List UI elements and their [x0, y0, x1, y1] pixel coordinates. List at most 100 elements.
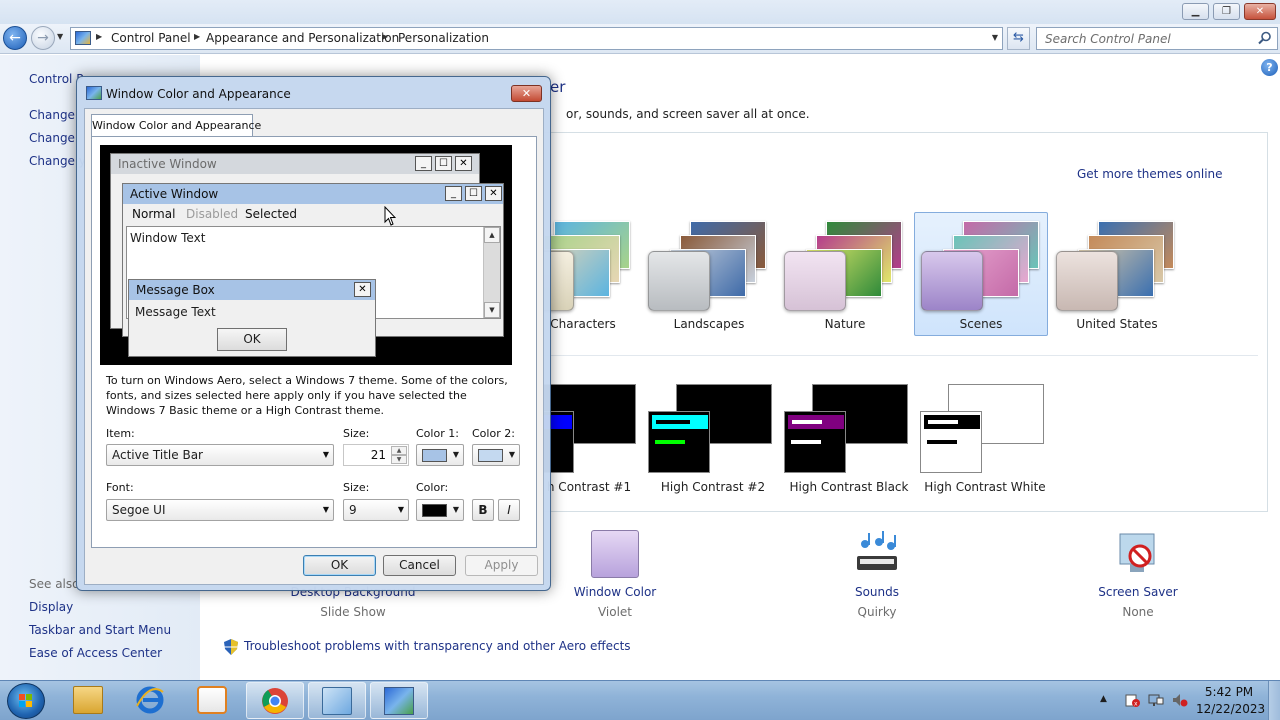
left-link-1[interactable]: Change [29, 108, 75, 122]
troubleshoot-link[interactable]: Troubleshoot problems with transparency … [244, 639, 631, 653]
preview-message-box: Message Box ✕ Message Text OK [128, 279, 376, 357]
sounds-icon [857, 531, 897, 570]
chevron-down-icon: ▼ [322, 450, 329, 459]
page-description: or, sounds, and screen saver all at once… [566, 107, 810, 121]
spin-down-icon[interactable]: ▼ [391, 455, 407, 464]
volume-muted-icon[interactable] [1172, 693, 1188, 707]
chrome-icon [262, 688, 288, 714]
sounds-link[interactable]: Sounds [812, 585, 942, 599]
italic-button[interactable]: I [498, 499, 520, 521]
preview-scrollbar: ▲ ▼ [483, 227, 500, 318]
cancel-button[interactable]: Cancel [383, 555, 456, 576]
theme-high-contrast-2[interactable]: High Contrast #2 [648, 384, 778, 494]
close-button[interactable]: ✕ [1244, 3, 1276, 20]
taskbar-explorer[interactable] [60, 682, 118, 719]
svg-text:x: x [1134, 701, 1138, 708]
address-bar[interactable]: ▶ Control Panel ▶ Appearance and Persona… [70, 27, 1003, 50]
color2-picker[interactable]: ▼ [472, 444, 520, 466]
minimize-button[interactable]: ▁ [1182, 3, 1209, 20]
show-desktop-button[interactable] [1268, 681, 1280, 720]
appearance-preview[interactable]: Inactive Window _ ☐ ✕ Active Window _ ☐ … [100, 145, 512, 365]
chevron-right-icon[interactable]: ▶ [96, 32, 102, 41]
restore-button[interactable]: ❐ [1213, 3, 1240, 20]
taskbar [0, 680, 1280, 720]
bold-button[interactable]: B [472, 499, 494, 521]
item-size-stepper[interactable]: 21 ▲ ▼ [343, 444, 409, 466]
theme-high-contrast-white[interactable]: High Contrast White [920, 384, 1050, 494]
color1-swatch [422, 449, 447, 462]
theme-label: Landscapes [673, 317, 745, 331]
window-color-link[interactable]: Window Color [550, 585, 680, 599]
sounds-setting[interactable]: Sounds Quirky [812, 530, 942, 619]
taskbar-media-player[interactable] [184, 682, 242, 719]
taskbar-internet-explorer[interactable] [122, 682, 180, 719]
color2-swatch [478, 449, 503, 462]
screen-saver-link[interactable]: Screen Saver [1073, 585, 1203, 599]
ok-button[interactable]: OK [303, 555, 376, 576]
dialog-title: Window Color and Appearance [106, 87, 291, 101]
action-center-icon[interactable]: x [1124, 693, 1140, 707]
font-color-picker[interactable]: ▼ [416, 499, 464, 521]
recent-pages-dropdown[interactable]: ▼ [57, 32, 63, 41]
dialog-close-button[interactable]: ✕ [511, 85, 542, 102]
breadcrumb-control-panel[interactable]: Control Panel [111, 31, 191, 45]
theme-united-states[interactable]: United States [1050, 213, 1184, 337]
color1-picker[interactable]: ▼ [416, 444, 464, 466]
minimize-icon: _ [415, 156, 432, 171]
spin-up-icon[interactable]: ▲ [391, 446, 407, 455]
scroll-up-icon: ▲ [484, 227, 500, 243]
window-color-setting[interactable]: Window Color Violet [550, 530, 680, 619]
taskbar-start-menu-link[interactable]: Taskbar and Start Menu [29, 623, 171, 637]
refresh-button[interactable]: ⇆ [1007, 27, 1030, 50]
breadcrumb-personalization[interactable]: Personalization [398, 31, 489, 45]
font-label: Font: [106, 481, 134, 494]
show-hidden-icons-chevron-icon[interactable]: ▲ [1100, 694, 1116, 708]
font-size-dropdown[interactable]: 9 ▼ [343, 499, 409, 521]
back-button[interactable]: ← [3, 26, 27, 50]
search-icon[interactable] [1258, 31, 1272, 45]
start-button[interactable] [7, 683, 45, 719]
internet-explorer-icon [136, 686, 164, 714]
chevron-right-icon[interactable]: ▶ [382, 32, 388, 41]
theme-glass-swatch [784, 251, 846, 311]
tab-window-color-appearance[interactable]: Window Color and Appearance [91, 114, 261, 137]
hc-title-bar [924, 415, 980, 429]
clock-time[interactable]: 5:42 PM [1196, 685, 1262, 699]
font-color-swatch [422, 504, 447, 517]
theme-high-contrast-black[interactable]: High Contrast Black [784, 384, 914, 494]
chevron-right-icon[interactable]: ▶ [194, 32, 200, 41]
ease-of-access-link[interactable]: Ease of Access Center [29, 646, 162, 660]
see-also-heading: See also [29, 577, 80, 591]
hc-text-line [927, 440, 957, 444]
color1-label: Color 1: [416, 427, 459, 440]
taskbar-window-color[interactable] [370, 682, 428, 719]
apply-button[interactable]: Apply [465, 555, 538, 576]
folder-icon [73, 686, 103, 714]
control-panel-icon [75, 31, 91, 45]
address-dropdown[interactable]: ▼ [992, 33, 998, 42]
forward-button[interactable]: → [31, 26, 55, 50]
display-link[interactable]: Display [29, 600, 73, 614]
item-dropdown[interactable]: Active Title Bar ▼ [106, 444, 334, 466]
theme-nature[interactable]: Nature [778, 213, 912, 337]
network-icon[interactable] [1148, 693, 1164, 707]
screen-saver-setting[interactable]: Screen Saver None [1073, 530, 1203, 619]
font-size-label: Size: [343, 481, 370, 494]
left-link-2[interactable]: Change [29, 131, 75, 145]
hc-thumbnail-front [648, 411, 710, 473]
search-input[interactable] [1037, 28, 1255, 49]
font-dropdown[interactable]: Segoe UI ▼ [106, 499, 334, 521]
search-box[interactable] [1036, 27, 1278, 50]
get-more-themes-link[interactable]: Get more themes online [1077, 167, 1223, 181]
theme-divider [540, 355, 1258, 356]
hc-title-bar [652, 415, 708, 429]
theme-scenes[interactable]: Scenes [914, 212, 1048, 336]
theme-landscapes[interactable]: Landscapes [642, 213, 776, 337]
help-icon[interactable]: ? [1261, 59, 1278, 76]
screen-saver-icon [1119, 533, 1155, 572]
display-properties-icon [384, 687, 414, 715]
taskbar-control-panel[interactable] [308, 682, 366, 719]
breadcrumb-appearance[interactable]: Appearance and Personalization [206, 31, 399, 45]
taskbar-chrome[interactable] [246, 682, 304, 719]
clock-date[interactable]: 12/22/2023 [1196, 702, 1265, 716]
